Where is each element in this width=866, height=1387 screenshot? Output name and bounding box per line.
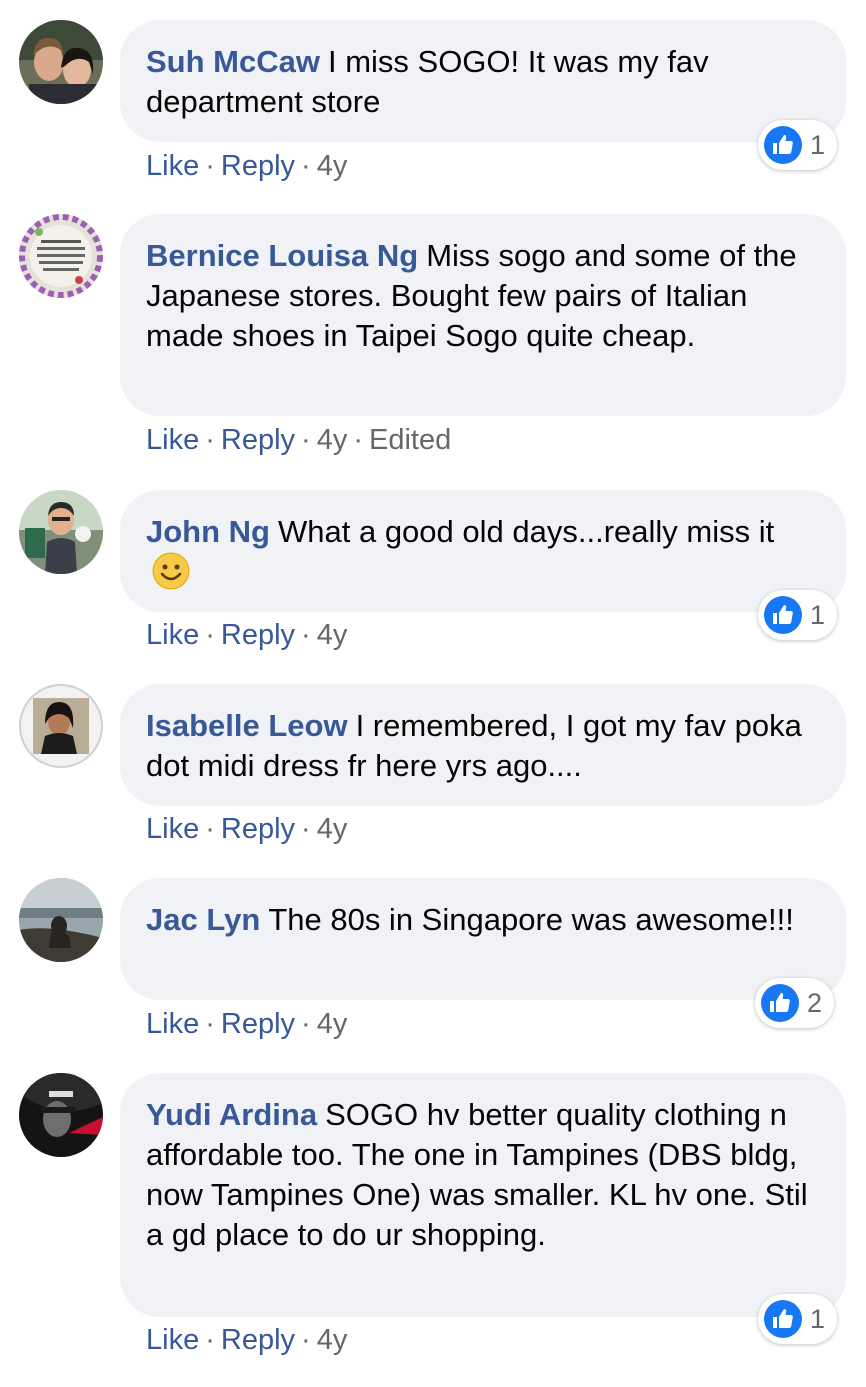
comment-bubble: John Ng What a good old days...really mis… bbox=[120, 490, 846, 612]
reply-link[interactable]: Reply bbox=[221, 150, 295, 182]
comment-author[interactable]: Jac Lyn bbox=[146, 902, 260, 937]
like-link[interactable]: Like bbox=[146, 424, 199, 456]
reaction-badge[interactable]: 1 bbox=[758, 1294, 838, 1344]
comment-timestamp[interactable]: 4y bbox=[317, 424, 348, 456]
comment-timestamp[interactable]: 4y bbox=[317, 150, 348, 182]
like-link[interactable]: Like bbox=[146, 619, 199, 651]
comment-meta: Like · Reply · 4y bbox=[146, 1324, 348, 1356]
avatar[interactable] bbox=[19, 214, 103, 298]
reaction-badge[interactable]: 1 bbox=[758, 120, 838, 170]
comment-meta: Like · Reply · 4y · Edited bbox=[146, 424, 452, 456]
comment-author[interactable]: Yudi Ardina bbox=[146, 1097, 317, 1132]
reaction-count: 1 bbox=[810, 129, 826, 160]
reply-link[interactable]: Reply bbox=[221, 813, 295, 845]
reaction-count: 1 bbox=[810, 1303, 826, 1334]
edited-label[interactable]: Edited bbox=[369, 424, 451, 456]
thumbs-up-icon bbox=[764, 1300, 802, 1338]
avatar[interactable] bbox=[19, 878, 103, 962]
thumbs-up-icon bbox=[764, 596, 802, 634]
comment-timestamp[interactable]: 4y bbox=[317, 1324, 348, 1356]
avatar[interactable] bbox=[19, 20, 103, 104]
comment-author[interactable]: John Ng bbox=[146, 514, 270, 549]
smiling-face-icon bbox=[152, 552, 190, 590]
comment-meta: Like · Reply · 4y bbox=[146, 813, 348, 845]
comment-text: The 80s in Singapore was awesome!!! bbox=[268, 902, 794, 937]
reply-link[interactable]: Reply bbox=[221, 424, 295, 456]
comment-author[interactable]: Isabelle Leow bbox=[146, 708, 348, 743]
avatar[interactable] bbox=[19, 490, 103, 574]
thumbs-up-icon bbox=[764, 126, 802, 164]
comment-timestamp[interactable]: 4y bbox=[317, 619, 348, 651]
reaction-badge[interactable]: 2 bbox=[755, 978, 835, 1028]
comment-meta: Like · Reply · 4y bbox=[146, 619, 348, 651]
reply-link[interactable]: Reply bbox=[221, 619, 295, 651]
comment-timestamp[interactable]: 4y bbox=[317, 1008, 348, 1040]
reply-link[interactable]: Reply bbox=[221, 1324, 295, 1356]
comment-timestamp[interactable]: 4y bbox=[317, 813, 348, 845]
reply-link[interactable]: Reply bbox=[221, 1008, 295, 1040]
comment-bubble: Bernice Louisa Ng Miss sogo and some of t… bbox=[120, 214, 846, 416]
reaction-count: 2 bbox=[807, 987, 823, 1018]
comment-bubble: Yudi Ardina SOGO hv better quality clothi… bbox=[120, 1073, 846, 1317]
avatar[interactable] bbox=[19, 684, 103, 768]
comment-bubble: Suh McCaw I miss SOGO! It was my fav depa… bbox=[120, 20, 846, 142]
thumbs-up-icon bbox=[761, 984, 799, 1022]
reaction-badge[interactable]: 1 bbox=[758, 590, 838, 640]
comment-bubble: Isabelle Leow I remembered, I got my fav … bbox=[120, 684, 846, 806]
comment-meta: Like · Reply · 4y bbox=[146, 1008, 348, 1040]
like-link[interactable]: Like bbox=[146, 813, 199, 845]
like-link[interactable]: Like bbox=[146, 1008, 199, 1040]
comment-bubble: Jac Lyn The 80s in Singapore was awesome!… bbox=[120, 878, 846, 1000]
comment-author[interactable]: Bernice Louisa Ng bbox=[146, 238, 418, 273]
reaction-count: 1 bbox=[810, 599, 826, 630]
like-link[interactable]: Like bbox=[146, 150, 199, 182]
avatar[interactable] bbox=[19, 1073, 103, 1157]
comment-meta: Like · Reply · 4y bbox=[146, 150, 348, 182]
comment-author[interactable]: Suh McCaw bbox=[146, 44, 320, 79]
like-link[interactable]: Like bbox=[146, 1324, 199, 1356]
comment-text: What a good old days...really miss it bbox=[278, 514, 775, 549]
